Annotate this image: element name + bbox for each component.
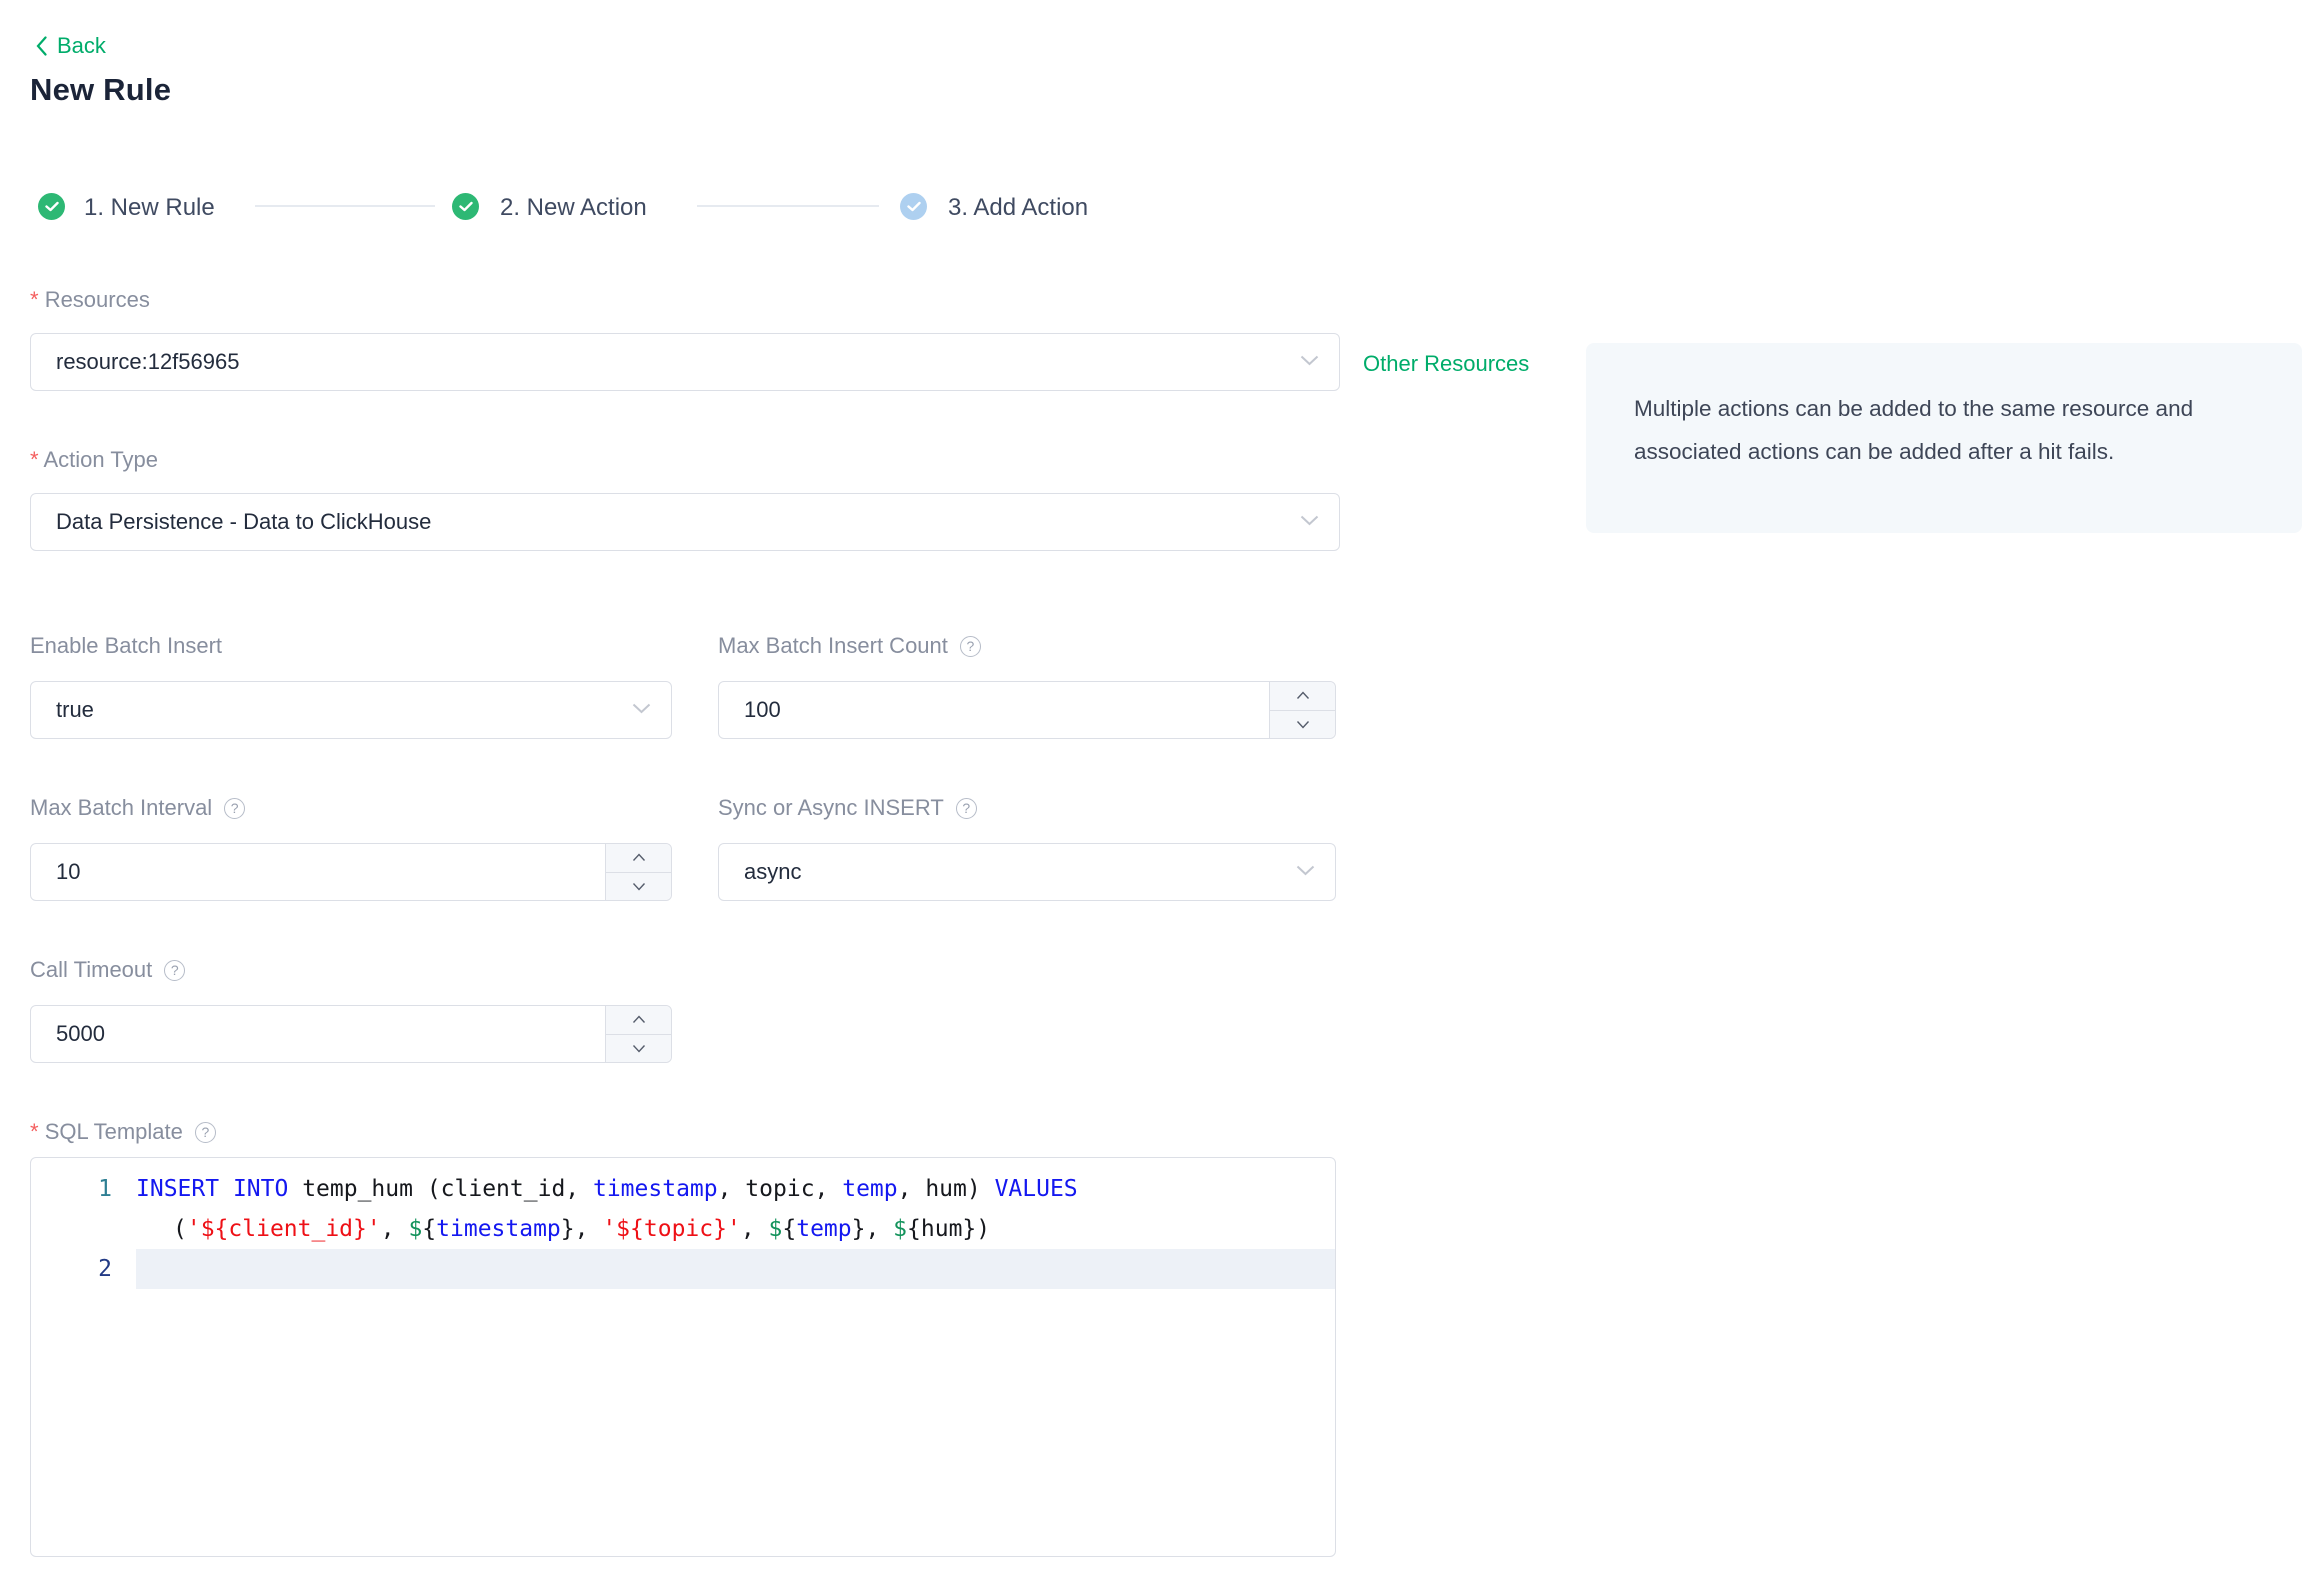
call-timeout-value: 5000	[56, 1021, 105, 1046]
decrease-button[interactable]	[1270, 709, 1335, 739]
sync-or-async-insert-value: async	[744, 859, 802, 884]
step1-check-icon	[38, 193, 65, 220]
step2-check-icon	[452, 193, 479, 220]
new-rule-page: Back New Rule 1. New Rule 2. New Action …	[0, 0, 2310, 1586]
editor-line: 2	[31, 1249, 1335, 1289]
max-batch-interval-value: 10	[56, 859, 81, 884]
help-icon[interactable]: ?	[955, 797, 977, 819]
chevron-down-icon	[1300, 353, 1319, 371]
call-timeout-input[interactable]: 5000	[30, 1005, 672, 1063]
max-batch-insert-count-input[interactable]: 100	[718, 681, 1336, 739]
max-batch-interval-label: Max Batch Interval ?	[30, 795, 246, 821]
chevron-left-icon	[36, 36, 47, 56]
back-label: Back	[57, 33, 106, 58]
enable-batch-insert-select[interactable]: true	[30, 681, 672, 739]
page-title: New Rule	[30, 72, 172, 107]
step-connector	[697, 205, 879, 207]
max-batch-insert-count-label: Max Batch Insert Count ?	[718, 633, 981, 659]
other-resources-link[interactable]: Other Resources	[1363, 351, 1529, 377]
decrease-button[interactable]	[606, 1033, 671, 1063]
editor-line-wrapped: ('${client_id}', ${timestamp}, '${topic}…	[31, 1209, 1335, 1249]
step-3-add-action[interactable]: 3. Add Action	[948, 194, 1088, 222]
decrease-button[interactable]	[606, 871, 671, 901]
increase-button[interactable]	[606, 844, 671, 872]
sql-template-editor[interactable]: 1 INSERT INTO temp_hum (client_id, times…	[30, 1157, 1336, 1557]
enable-batch-insert-label: Enable Batch Insert	[30, 633, 223, 658]
call-timeout-label: Call Timeout ?	[30, 957, 186, 983]
max-batch-interval-input[interactable]: 10	[30, 843, 672, 901]
chevron-down-icon	[1296, 863, 1315, 881]
number-stepper	[605, 1006, 671, 1062]
step-2-new-action[interactable]: 2. New Action	[500, 194, 647, 222]
help-icon[interactable]: ?	[959, 635, 981, 657]
sync-or-async-insert-label: Sync or Async INSERT ?	[718, 795, 977, 821]
editor-line: 1 INSERT INTO temp_hum (client_id, times…	[31, 1169, 1335, 1209]
increase-button[interactable]	[606, 1006, 671, 1034]
line-number: 2	[98, 1256, 112, 1282]
help-icon[interactable]: ?	[164, 959, 186, 981]
chevron-down-icon	[1300, 513, 1319, 531]
action-type-select[interactable]: Data Persistence - Data to ClickHouse	[30, 493, 1340, 551]
action-type-value: Data Persistence - Data to ClickHouse	[56, 509, 432, 534]
back-button[interactable]: Back	[36, 33, 106, 59]
tip-panel: Multiple actions can be added to the sam…	[1586, 343, 2302, 533]
sql-code-line: INSERT INTO temp_hum (client_id, timesta…	[136, 1176, 1078, 1202]
increase-button[interactable]	[1270, 682, 1335, 710]
sql-code-line: ('${client_id}', ${timestamp}, '${topic}…	[173, 1216, 991, 1242]
step-connector	[255, 205, 435, 207]
number-stepper	[1269, 682, 1335, 738]
resources-value: resource:12f56965	[56, 349, 240, 374]
resources-select[interactable]: resource:12f56965	[30, 333, 1340, 391]
enable-batch-insert-value: true	[56, 697, 94, 722]
sql-code-line-empty[interactable]	[136, 1249, 1335, 1289]
help-icon[interactable]: ?	[224, 797, 246, 819]
line-number: 1	[98, 1176, 112, 1202]
sync-or-async-insert-select[interactable]: async	[718, 843, 1336, 901]
sql-template-label: SQL Template ?	[30, 1119, 216, 1145]
step3-check-icon	[900, 193, 927, 220]
step-1-new-rule[interactable]: 1. New Rule	[84, 194, 215, 222]
help-icon[interactable]: ?	[194, 1121, 216, 1143]
chevron-down-icon	[632, 701, 651, 719]
resources-label: Resources	[30, 287, 150, 313]
max-batch-insert-count-value: 100	[744, 697, 781, 722]
action-type-label: Action Type	[30, 447, 158, 473]
number-stepper	[605, 844, 671, 900]
